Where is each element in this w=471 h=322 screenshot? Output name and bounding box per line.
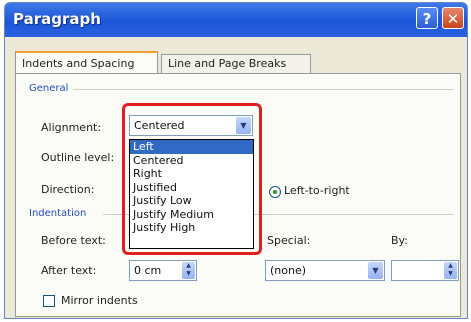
list-item-centered[interactable]: Centered — [130, 154, 253, 168]
mirror-indents-label[interactable]: Mirror indents — [61, 294, 138, 307]
special-value: (none) — [270, 264, 307, 277]
left-to-right-label[interactable]: Left-to-right — [284, 184, 350, 197]
left-to-right-radio[interactable] — [269, 186, 281, 198]
list-item-left[interactable]: Left — [130, 140, 253, 154]
direction-label: Direction: — [41, 183, 95, 196]
after-text-value: 0 cm — [134, 264, 162, 277]
list-item-justified[interactable]: Justified — [130, 181, 253, 195]
title-bar: Paragraph ? ✕ — [5, 3, 467, 37]
list-item-justify-low[interactable]: Justify Low — [130, 194, 253, 208]
radio-selected-dot — [273, 190, 277, 194]
general-group-label: General — [29, 83, 69, 94]
by-label: By: — [391, 234, 408, 247]
list-item-justify-high[interactable]: Justify High — [130, 221, 253, 235]
outline-level-label: Outline level: — [41, 151, 115, 164]
general-divider — [73, 89, 453, 90]
indentation-group-label: Indentation — [29, 208, 87, 219]
tab-line-and-page-breaks[interactable]: Line and Page Breaks — [161, 54, 311, 73]
special-select[interactable]: (none) ▼ — [265, 260, 385, 281]
chevron-down-icon[interactable]: ▼ — [368, 262, 383, 279]
by-spinner[interactable]: ▲ ▼ — [391, 260, 459, 281]
dialog-title: Paragraph — [13, 10, 101, 28]
close-button[interactable]: ✕ — [442, 7, 464, 29]
alignment-label: Alignment: — [41, 121, 102, 134]
before-text-label: Before text: — [41, 234, 106, 247]
after-text-label: After text: — [41, 264, 97, 277]
special-label: Special: — [267, 234, 311, 247]
spin-arrows-icon[interactable]: ▲ ▼ — [182, 262, 195, 279]
paragraph-dialog: Paragraph ? ✕ Indents and Spacing Line a… — [4, 2, 468, 319]
spin-arrows-icon[interactable]: ▲ ▼ — [444, 262, 457, 279]
list-item-right[interactable]: Right — [130, 167, 253, 181]
tab-indents-and-spacing[interactable]: Indents and Spacing — [15, 51, 158, 73]
list-item-justify-medium[interactable]: Justify Medium — [130, 208, 253, 222]
mirror-indents-checkbox[interactable] — [43, 295, 55, 307]
after-text-spinner[interactable]: 0 cm ▲ ▼ — [129, 260, 197, 281]
help-button[interactable]: ? — [416, 7, 438, 29]
alignment-dropdown-list: Left Centered Right Justified Justify Lo… — [129, 139, 254, 249]
